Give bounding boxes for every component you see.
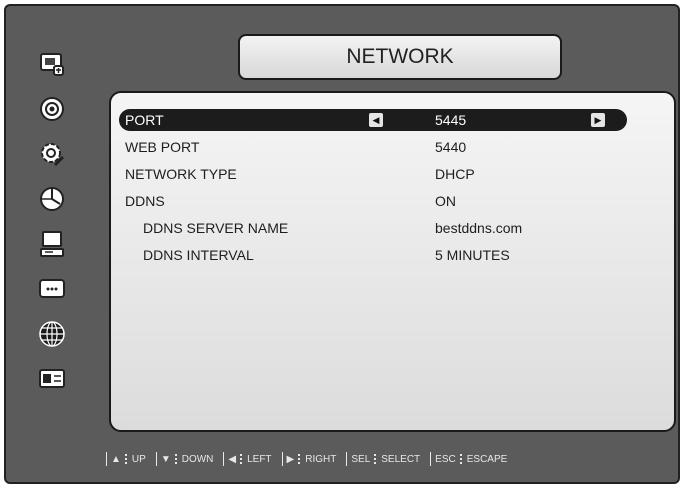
key-help-bar: ▲ UP ▼ DOWN ◀ LEFT ▶ RIGHT SEL SELECT ESC ESCA… — [106, 449, 676, 469]
display-icon[interactable] — [32, 271, 72, 307]
key-hint-up: ▲ UP — [106, 452, 146, 466]
dvr-menu-frame: NETWORK PORT ◀ 5445 ▶ WEB PORT 5440 NETW… — [4, 4, 680, 484]
right-key-icon: ▶ — [286, 453, 295, 465]
system-settings-icon[interactable] — [32, 136, 72, 172]
setting-row-ddns[interactable]: DDNS ON — [125, 190, 665, 212]
setting-row-web-port[interactable]: WEB PORT 5440 — [125, 136, 665, 158]
page-title: NETWORK — [238, 34, 562, 80]
record-icon[interactable] — [32, 91, 72, 127]
setting-label: DDNS SERVER NAME — [143, 220, 289, 236]
sidebar — [26, 46, 82, 406]
setting-label: DDNS — [125, 193, 165, 209]
key-hint-down: ▼ DOWN — [155, 452, 214, 466]
setting-value: 5445 — [435, 112, 467, 128]
key-hint-left: ◀ LEFT — [223, 452, 272, 466]
key-hint-label: DOWN — [181, 453, 214, 465]
key-hint-label: ESCAPE — [466, 453, 508, 465]
setting-row-port[interactable]: PORT ◀ 5445 ▶ — [119, 109, 627, 131]
key-hint-label: RIGHT — [305, 453, 337, 465]
settings-panel: PORT ◀ 5445 ▶ WEB PORT 5440 NETWORK TYPE… — [109, 91, 676, 432]
network-globe-icon[interactable] — [32, 316, 72, 352]
setting-value: DHCP — [435, 166, 475, 182]
setting-value: 5 MINUTES — [435, 247, 510, 263]
left-key-icon: ◀ — [228, 453, 237, 465]
setting-row-ddns-server-name[interactable]: DDNS SERVER NAME bestddns.com — [125, 217, 665, 239]
setting-value: bestddns.com — [435, 220, 523, 236]
up-key-icon: ▲ — [111, 453, 121, 465]
setting-row-network-type[interactable]: NETWORK TYPE DHCP — [125, 163, 665, 185]
setting-value: 5440 — [435, 139, 467, 155]
key-hint-right: ▶ RIGHT — [281, 452, 337, 466]
computer-icon[interactable] — [32, 226, 72, 262]
down-key-icon: ▼ — [160, 453, 171, 465]
arrow-right-icon[interactable]: ▶ — [591, 113, 605, 127]
device-icon[interactable] — [32, 361, 72, 397]
setting-label: PORT — [125, 112, 164, 128]
key-hint-label: UP — [131, 453, 146, 465]
setting-value: ON — [435, 193, 456, 209]
setting-row-ddns-interval[interactable]: DDNS INTERVAL 5 MINUTES — [125, 244, 665, 266]
setting-label: NETWORK TYPE — [125, 166, 237, 182]
select-key-label: SEL — [351, 453, 371, 465]
setting-label: WEB PORT — [125, 139, 200, 155]
key-hint-label: LEFT — [247, 453, 272, 465]
setting-label: DDNS INTERVAL — [143, 247, 254, 263]
camera-settings-icon[interactable] — [32, 46, 72, 82]
key-hint-label: SELECT — [381, 453, 421, 465]
key-hint-escape: ESC ESCAPE — [430, 452, 507, 466]
schedule-icon[interactable] — [32, 181, 72, 217]
arrow-left-icon[interactable]: ◀ — [369, 113, 383, 127]
key-hint-select: SEL SELECT — [346, 452, 420, 466]
escape-key-label: ESC — [435, 453, 456, 465]
